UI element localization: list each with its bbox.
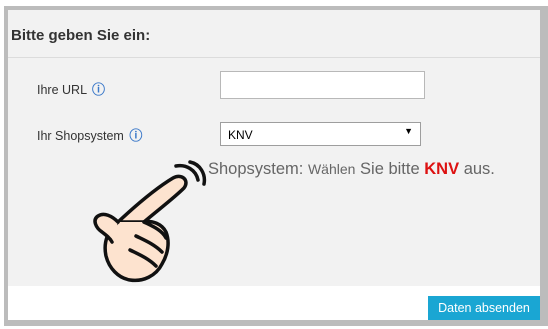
hint-text: Shopsystem: Wählen Sie bitte KNV aus. xyxy=(208,160,495,179)
hint-highlight: KNV xyxy=(424,160,460,178)
url-label-row: Ihre URL ⓘ xyxy=(37,79,105,98)
url-input[interactable] xyxy=(220,71,425,99)
panel-title: Bitte geben Sie ein: xyxy=(11,27,151,44)
url-label: Ihre URL xyxy=(37,83,87,97)
submit-button[interactable]: Daten absenden xyxy=(428,296,540,320)
dropdown-arrow-icon[interactable]: ▼ xyxy=(404,126,413,136)
panel-header: Bitte geben Sie ein: xyxy=(8,10,540,58)
shopsystem-label-row: Ihr Shopsystem ⓘ xyxy=(37,125,142,144)
form-footer: Daten absenden xyxy=(8,286,540,320)
hint-middle: Sie bitte xyxy=(360,160,420,178)
info-icon[interactable]: ⓘ xyxy=(92,83,105,98)
hint-suffix: aus. xyxy=(463,160,495,178)
hint-middle-small: Wählen xyxy=(307,161,356,177)
shopsystem-label: Ihr Shopsystem xyxy=(37,129,124,143)
shopsystem-select[interactable]: KNV ▼ xyxy=(220,122,421,146)
form-panel: Bitte geben Sie ein: Ihre URL ⓘ Ihr Shop… xyxy=(8,10,540,320)
shopsystem-selected-value: KNV xyxy=(228,128,253,142)
info-icon[interactable]: ⓘ xyxy=(129,129,142,144)
hint-prefix: Shopsystem: xyxy=(208,160,304,178)
pointing-hand-icon xyxy=(93,160,207,283)
